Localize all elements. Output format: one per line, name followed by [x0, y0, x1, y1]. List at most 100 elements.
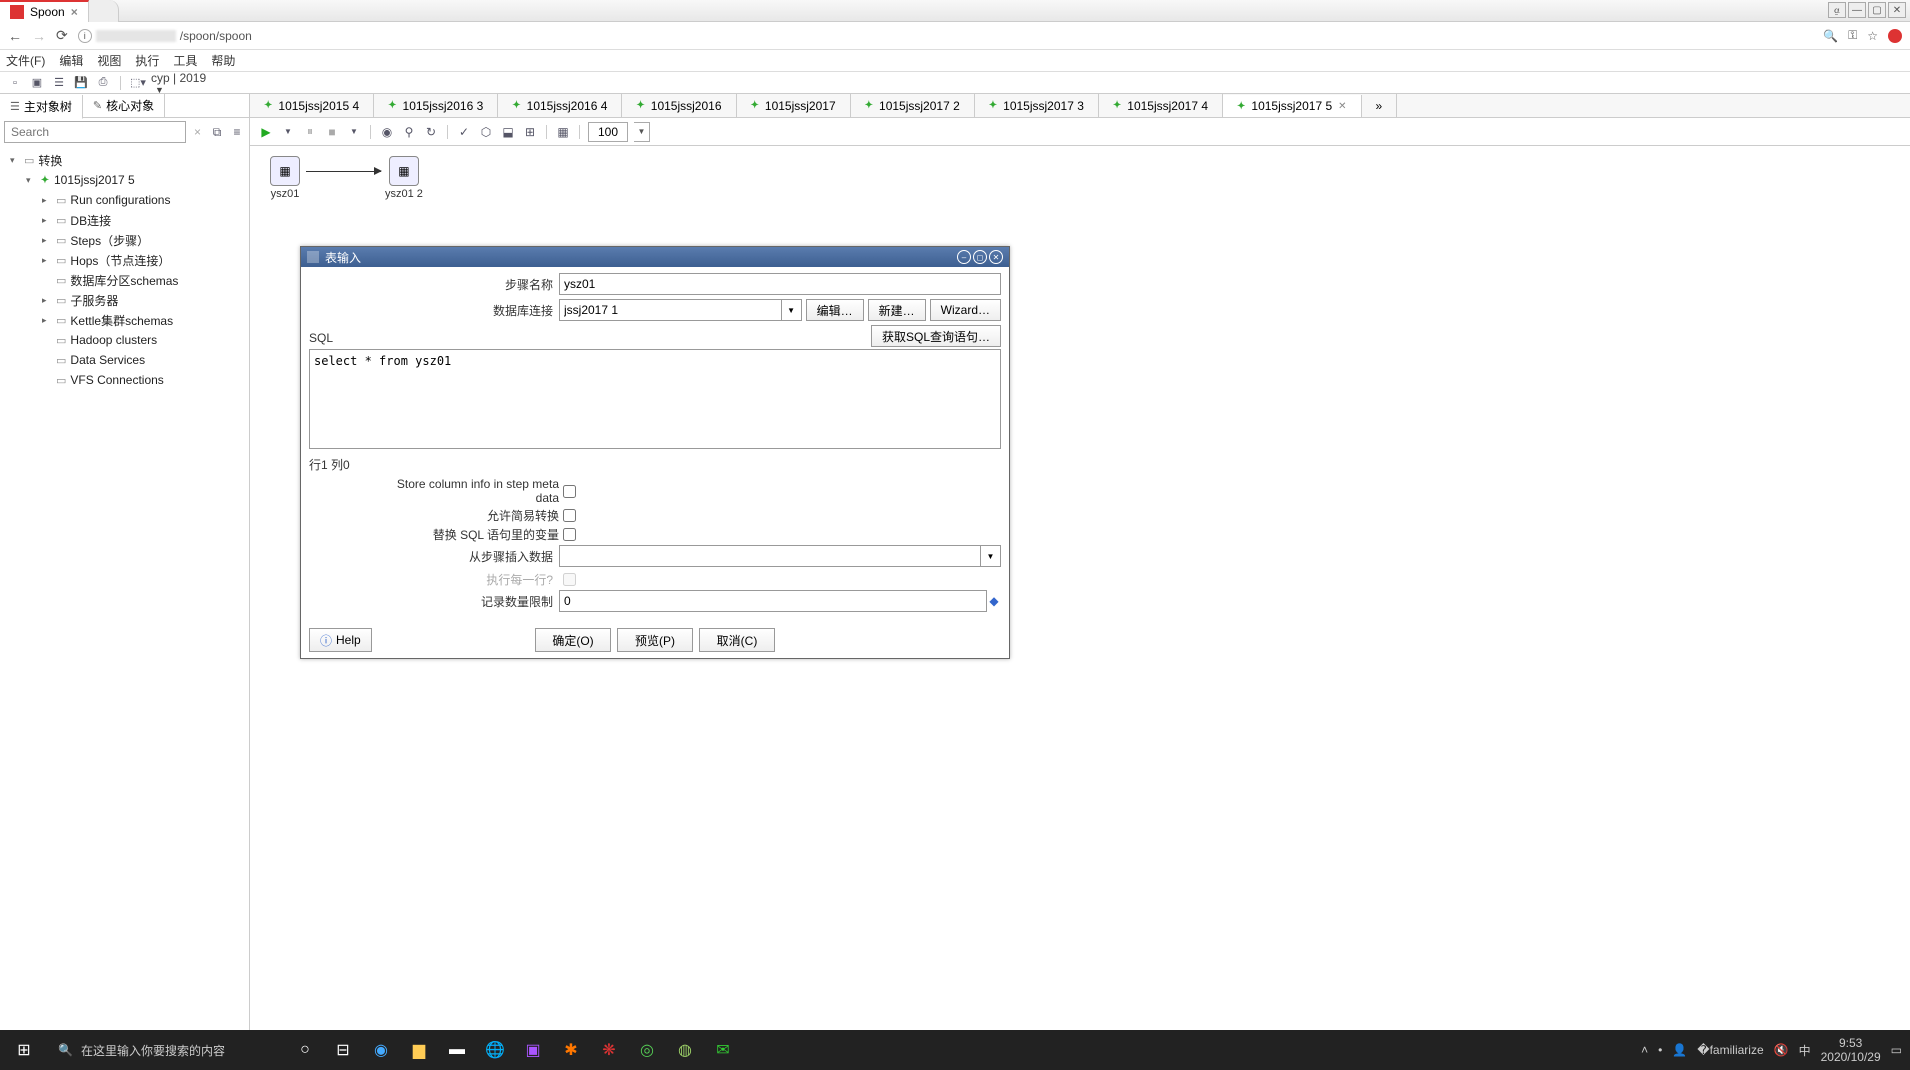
- new-connection-button[interactable]: 新建…: [868, 299, 926, 321]
- tree-cluster-schemas[interactable]: ▸▭Kettle集群schemas: [0, 310, 249, 330]
- tab-close-icon[interactable]: ×: [71, 5, 78, 19]
- tree-slave-servers[interactable]: ▸▭子服务器: [0, 290, 249, 310]
- chevron-down-icon[interactable]: ▼: [981, 545, 1001, 567]
- preview-icon[interactable]: ◉: [379, 124, 395, 140]
- wizard-button[interactable]: Wizard…: [930, 299, 1001, 321]
- stop-dropdown-icon[interactable]: ▼: [346, 124, 362, 140]
- close-tab-icon[interactable]: ✕: [1338, 101, 1346, 112]
- start-button[interactable]: ⊞: [0, 1030, 48, 1070]
- lazy-conversion-checkbox[interactable]: [563, 509, 576, 522]
- editor-tab[interactable]: ✦1015jssj2016 4: [498, 94, 622, 117]
- help-button[interactable]: ⓘHelp: [309, 628, 372, 652]
- edge-icon[interactable]: ◉: [364, 1033, 398, 1067]
- taskview-icon[interactable]: ⊟: [326, 1033, 360, 1067]
- maximize-icon[interactable]: ▢: [1868, 2, 1886, 18]
- new-icon[interactable]: ▫: [6, 75, 24, 91]
- explore-db-icon[interactable]: ⊞: [522, 124, 538, 140]
- pause-icon[interactable]: ⏸: [302, 124, 318, 140]
- url-field[interactable]: i /spoon/spoon: [78, 29, 1813, 43]
- save-icon[interactable]: 💾: [72, 75, 90, 91]
- editor-tab[interactable]: ✦1015jssj2017 4: [1099, 94, 1223, 117]
- collapse-all-icon[interactable]: ≡: [229, 124, 245, 140]
- get-sql-button[interactable]: 获取SQL查询语句…: [871, 325, 1001, 347]
- editor-tab[interactable]: ✦1015jssj2017: [737, 94, 851, 117]
- insert-from-step-select[interactable]: [559, 545, 981, 567]
- transformation-canvas[interactable]: ▦ ysz01 ▦ ysz01 2 表输入 – ◻ ✕: [250, 146, 1910, 1030]
- sql-icon[interactable]: ⬓: [500, 124, 516, 140]
- hop-arrow[interactable]: [306, 171, 381, 172]
- search-input[interactable]: [4, 121, 186, 143]
- zoom-input[interactable]: [588, 122, 628, 142]
- saveas-icon[interactable]: ⎙: [94, 75, 112, 91]
- db-connection-select[interactable]: [559, 299, 782, 321]
- wifi-icon[interactable]: �familiarize: [1697, 1043, 1763, 1057]
- editor-tab[interactable]: ✦1015jssj2016: [622, 94, 736, 117]
- tree-vfs-connections[interactable]: ▭VFS Connections: [0, 370, 249, 390]
- menu-view[interactable]: 视图: [97, 52, 121, 69]
- dialog-minimize-icon[interactable]: –: [957, 250, 971, 264]
- ide-icon[interactable]: ▣: [516, 1033, 550, 1067]
- clear-search-icon[interactable]: ×: [190, 125, 205, 139]
- tree-hadoop-clusters[interactable]: ▭Hadoop clusters: [0, 330, 249, 350]
- tree-partition-schemas[interactable]: ▭数据库分区schemas: [0, 270, 249, 290]
- people-icon[interactable]: 👤: [1672, 1043, 1687, 1057]
- tree-data-services[interactable]: ▭Data Services: [0, 350, 249, 370]
- dialog-titlebar[interactable]: 表输入 – ◻ ✕: [301, 247, 1009, 267]
- ime-indicator[interactable]: 中: [1799, 1042, 1811, 1059]
- wechat-icon[interactable]: ✉: [706, 1033, 740, 1067]
- stop-icon[interactable]: ■: [324, 124, 340, 140]
- editor-tab[interactable]: ✦1015jssj2015 4: [250, 94, 374, 117]
- debug-icon[interactable]: ⚲: [401, 124, 417, 140]
- impact-icon[interactable]: ⬡: [478, 124, 494, 140]
- minimize-icon[interactable]: —: [1848, 2, 1866, 18]
- sql-textarea[interactable]: [309, 349, 1001, 449]
- cancel-button[interactable]: 取消(C): [699, 628, 775, 652]
- close-window-icon[interactable]: ✕: [1888, 2, 1906, 18]
- chevron-down-icon[interactable]: ▼: [782, 299, 802, 321]
- tree-transformation[interactable]: ▾✦1015jssj2017 5: [0, 170, 249, 190]
- open-icon[interactable]: ▣: [28, 75, 46, 91]
- ok-button[interactable]: 确定(O): [535, 628, 611, 652]
- menu-run[interactable]: 执行: [135, 52, 159, 69]
- editor-tab[interactable]: ✦1015jssj2017 2: [851, 94, 975, 117]
- explore-icon[interactable]: ☰: [50, 75, 68, 91]
- app-icon[interactable]: ◎: [630, 1033, 664, 1067]
- editor-tab[interactable]: ✦1015jssj2017 3: [975, 94, 1099, 117]
- play-dropdown-icon[interactable]: ▼: [280, 124, 296, 140]
- terminal-icon[interactable]: ▬: [440, 1033, 474, 1067]
- play-icon[interactable]: ▶: [258, 124, 274, 140]
- show-results-icon[interactable]: ▦: [555, 124, 571, 140]
- volume-icon[interactable]: 🔇: [1774, 1043, 1789, 1057]
- taskbar-search[interactable]: 🔍 在这里输入你要搜索的内容: [48, 1042, 278, 1059]
- left-tab-main[interactable]: ☰ 主对象树: [0, 95, 83, 119]
- dialog-maximize-icon[interactable]: ◻: [973, 250, 987, 264]
- verify-icon[interactable]: ✓: [456, 124, 472, 140]
- step-node[interactable]: ▦ ysz01: [270, 156, 300, 200]
- reload-icon[interactable]: ⟳: [56, 27, 68, 44]
- step-name-input[interactable]: [559, 273, 1001, 295]
- zoom-dropdown-icon[interactable]: ▼: [634, 122, 650, 142]
- menu-tools[interactable]: 工具: [173, 52, 197, 69]
- user-label[interactable]: cyp | 2019▼: [151, 71, 1904, 95]
- expand-all-icon[interactable]: ⧉: [209, 124, 225, 140]
- search-icon[interactable]: 🔍: [1823, 29, 1838, 43]
- replace-vars-checkbox[interactable]: [563, 528, 576, 541]
- record-limit-input[interactable]: [559, 590, 987, 612]
- extension-icon[interactable]: [1888, 29, 1902, 43]
- tree-root[interactable]: ▾▭转换: [0, 150, 249, 170]
- forward-icon[interactable]: →: [32, 28, 46, 44]
- preview-button[interactable]: 预览(P): [617, 628, 693, 652]
- tray-up-icon[interactable]: ˄: [1641, 1043, 1648, 1057]
- editor-tab[interactable]: ✦1015jssj2016 3: [374, 94, 498, 117]
- key-icon[interactable]: ⚿: [1848, 28, 1857, 43]
- store-meta-checkbox[interactable]: [563, 485, 576, 498]
- app-icon[interactable]: ◍: [668, 1033, 702, 1067]
- menu-help[interactable]: 帮助: [211, 52, 235, 69]
- browser-tab-active[interactable]: Spoon ×: [0, 0, 89, 22]
- perspective-icon[interactable]: ⬚▾: [129, 75, 147, 91]
- left-tab-core[interactable]: ✎ 核心对象: [83, 94, 165, 117]
- dialog-close-icon[interactable]: ✕: [989, 250, 1003, 264]
- star-icon[interactable]: ☆: [1867, 29, 1878, 43]
- cortana-icon[interactable]: ○: [288, 1033, 322, 1067]
- clock[interactable]: 9:53 2020/10/29: [1821, 1036, 1881, 1065]
